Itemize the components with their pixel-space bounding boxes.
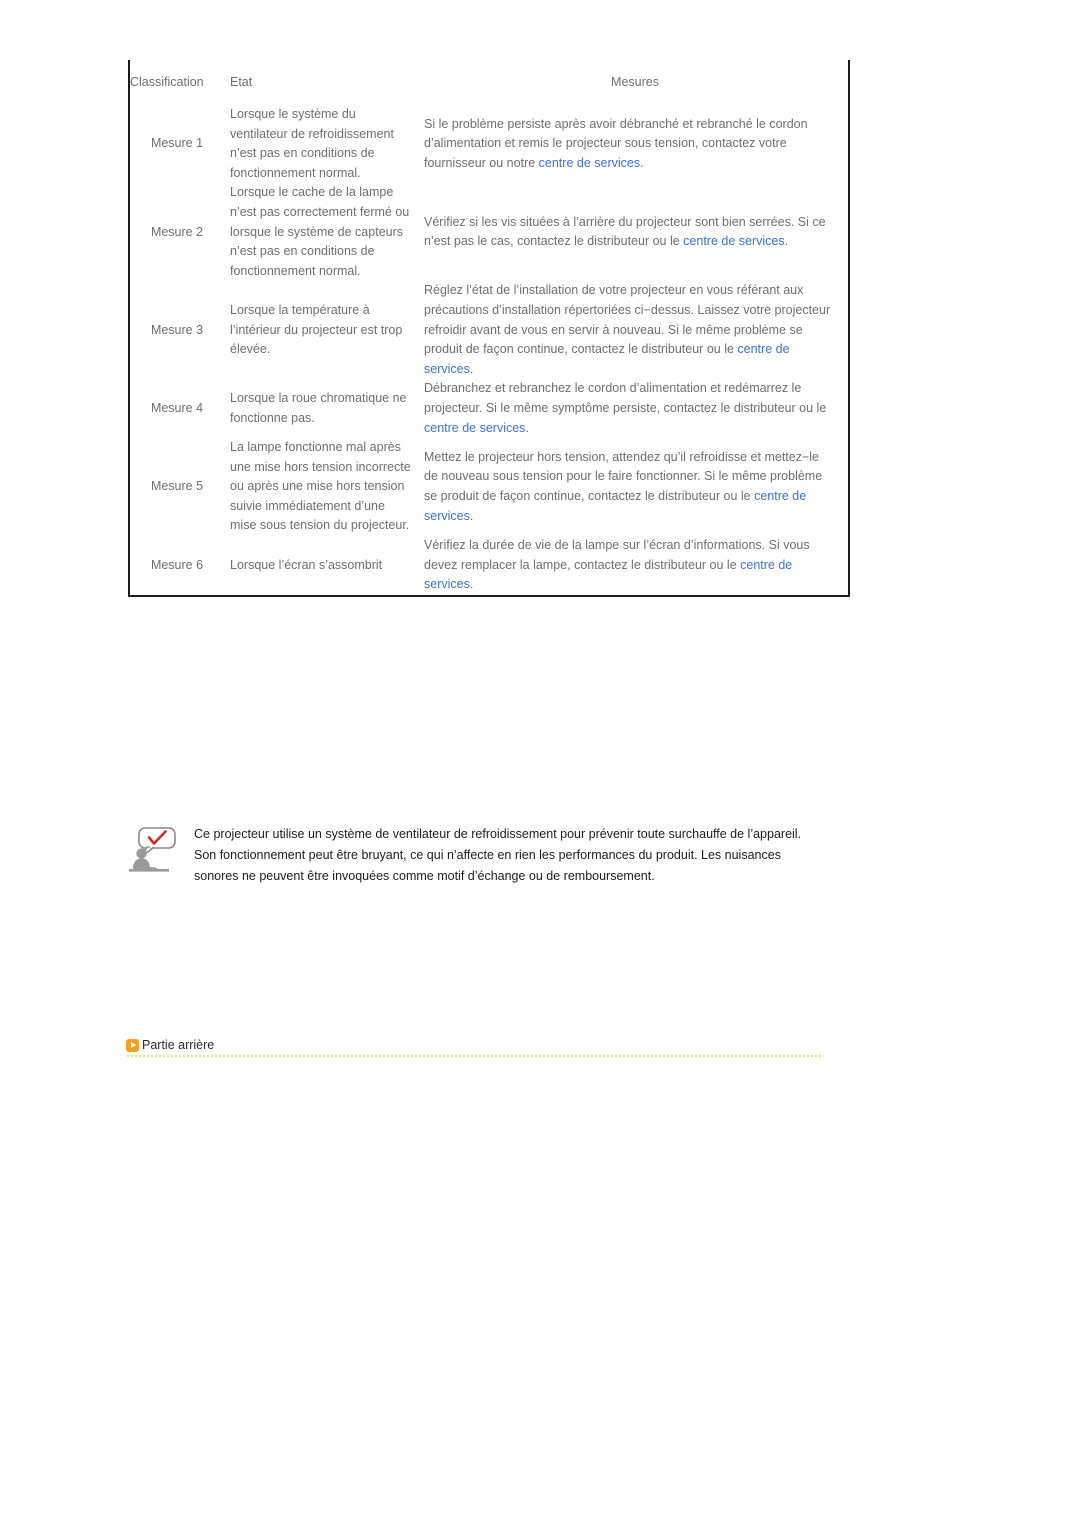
troubleshooting-table: Classification Etat Mesures Mesure 1 Lor…	[130, 60, 848, 595]
person-speech-bubble-check-icon	[128, 824, 186, 881]
cell-mesures: Mettez le projecteur hors tension, atten…	[422, 438, 848, 536]
cell-classification: Mesure 2	[150, 224, 204, 239]
cell-mesures: Si le problème persiste après avoir débr…	[422, 105, 848, 183]
section-header: Partie arrière	[126, 1038, 826, 1052]
note-block: Ce projecteur utilise un système de vent…	[128, 824, 846, 887]
mesures-text-after: .	[469, 361, 474, 376]
cell-etat: Lorsque le système du ventilateur de ref…	[230, 107, 394, 180]
section-title: Partie arrière	[142, 1038, 215, 1052]
cell-mesures: Débranchez et rebranchez le cordon d’ali…	[422, 379, 848, 438]
table-row: Mesure 1 Lorsque le système du ventilate…	[130, 105, 848, 183]
table-header: Classification Etat Mesures	[130, 60, 848, 105]
troubleshooting-table-container: Classification Etat Mesures Mesure 1 Lor…	[128, 60, 850, 597]
service-center-link[interactable]: centre de services	[539, 156, 640, 170]
table-row: Mesure 3 Lorsque la température à l’inté…	[130, 281, 848, 379]
cell-classification: Mesure 6	[150, 557, 204, 572]
column-header-classification: Classification	[130, 74, 204, 89]
note-line: sonores ne peuvent être invoquées comme …	[194, 869, 655, 883]
section-divider	[127, 1055, 821, 1057]
note-text: Ce projecteur utilise un système de vent…	[186, 824, 801, 887]
cell-mesures: Vérifiez si les vis situées à l’arrière …	[422, 183, 848, 281]
column-header-etat: Etat	[230, 74, 253, 89]
service-center-link[interactable]: centre de services	[424, 421, 525, 435]
cell-classification: Mesure 4	[150, 400, 204, 415]
mesures-text-after: .	[469, 508, 474, 523]
cell-etat: Lorsque le cache de la lampe n’est pas c…	[230, 185, 410, 278]
cell-mesures: Réglez l’état de l’installation de votre…	[422, 281, 848, 379]
mesures-text-after: .	[640, 155, 644, 170]
cell-classification: Mesure 1	[150, 136, 204, 151]
table-row: Mesure 2 Lorsque le cache de la lampe n’…	[130, 183, 848, 281]
table-row: Mesure 5 La lampe fonctionne mal après u…	[130, 438, 848, 536]
cell-etat: Lorsque la température à l’intérieur du …	[230, 302, 403, 357]
chevron-right-icon	[126, 1038, 139, 1052]
mesures-text-after: .	[784, 234, 789, 249]
cell-etat: Lorsque l’écran s’assombrit	[230, 557, 383, 572]
table-row: Mesure 6 Lorsque l’écran s’assombrit Vér…	[130, 536, 848, 595]
column-header-mesures: Mesures	[611, 74, 659, 89]
mesures-text-before: Débranchez et rebranchez le cordon d’ali…	[424, 381, 827, 415]
mesures-text-after: .	[525, 420, 529, 435]
cell-etat: Lorsque la roue chromatique ne fonctionn…	[230, 391, 407, 425]
table-body: Mesure 1 Lorsque le système du ventilate…	[130, 105, 848, 595]
cell-classification: Mesure 5	[150, 479, 204, 494]
service-center-link[interactable]: centre de services	[683, 234, 784, 248]
mesures-text-after: .	[469, 577, 474, 592]
cell-classification: Mesure 3	[150, 322, 204, 337]
cell-etat: La lampe fonctionne mal après une mise h…	[230, 440, 411, 533]
cell-mesures: Vérifiez la durée de vie de la lampe sur…	[422, 536, 848, 595]
note-line: Ce projecteur utilise un système de vent…	[194, 827, 802, 841]
table-header-row: Classification Etat Mesures	[130, 60, 848, 105]
note-line: Son fonctionnement peut être bruyant, ce…	[194, 848, 781, 862]
table-row: Mesure 4 Lorsque la roue chromatique ne …	[130, 379, 848, 438]
section-partie-arriere: Partie arrière	[126, 1038, 826, 1057]
